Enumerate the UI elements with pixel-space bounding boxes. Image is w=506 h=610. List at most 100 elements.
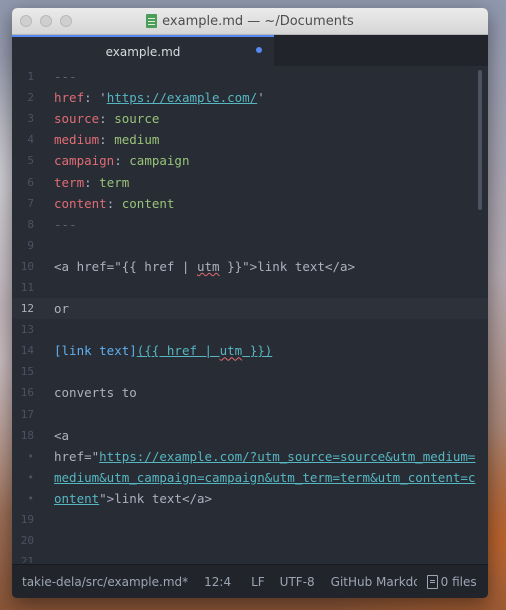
status-cursor-position[interactable]: 12:4: [204, 575, 231, 589]
code-token: ---: [54, 69, 77, 85]
code-token: https://example.com/?utm_source=source&u…: [99, 448, 476, 464]
code-line[interactable]: 4 medium: medium: [12, 129, 488, 150]
line-text: term: term: [34, 175, 129, 190]
markdown-file-icon: [146, 14, 158, 28]
code-token: <a href="{{ href |: [54, 258, 197, 274]
line-number[interactable]: 14: [12, 344, 34, 357]
line-text: ---: [34, 217, 77, 232]
code-line[interactable]: 21: [12, 551, 488, 563]
code-token: ': [257, 90, 265, 106]
line-number[interactable]: 5: [12, 154, 34, 167]
code-line[interactable]: 12 or: [12, 298, 488, 320]
code-line[interactable]: 15: [12, 361, 488, 382]
file-icon: [426, 574, 438, 589]
code-token: ontent: [54, 490, 100, 506]
code-token: term: [54, 174, 85, 190]
code-line[interactable]: 7 content: content: [12, 193, 488, 214]
line-number[interactable]: 10: [12, 260, 34, 273]
line-number[interactable]: •: [12, 471, 34, 484]
code-line[interactable]: 14 [link text]({{ href | utm }}): [12, 340, 488, 361]
code-line[interactable]: 3 source: source: [12, 108, 488, 129]
line-number[interactable]: 4: [12, 133, 34, 146]
code-line[interactable]: • href="https://example.com/?utm_source=s…: [12, 446, 488, 467]
window-title-text: example.md — ~/Documents: [162, 13, 354, 29]
line-number[interactable]: 15: [12, 365, 34, 378]
code-token: medium&utm_campaign=campaign&utm_term=te…: [54, 469, 476, 485]
code-line[interactable]: • medium&utm_campaign=campaign&utm_term=t…: [12, 467, 488, 488]
line-number[interactable]: 21: [12, 555, 34, 563]
line-number[interactable]: 7: [12, 197, 34, 210]
line-number[interactable]: 3: [12, 112, 34, 125]
line-number[interactable]: 18: [12, 429, 34, 442]
line-number[interactable]: 13: [12, 323, 34, 336]
code-token: source: [54, 111, 100, 127]
line-number[interactable]: 9: [12, 239, 34, 252]
line-text: <a: [34, 428, 69, 443]
code-line[interactable]: 18 <a: [12, 425, 488, 446]
code-line[interactable]: 19: [12, 509, 488, 530]
line-number[interactable]: 2: [12, 91, 34, 104]
code-token: :: [99, 132, 115, 148]
status-encoding[interactable]: UTF-8: [280, 575, 315, 589]
code-line[interactable]: 2 href: 'https://example.com/': [12, 87, 488, 108]
code-line[interactable]: 16 converts to: [12, 382, 488, 403]
code-line[interactable]: 11: [12, 277, 488, 298]
code-token: content: [121, 195, 175, 211]
code-token: ">link text</a>: [99, 490, 213, 506]
line-text: medium: medium: [34, 132, 159, 147]
modified-indicator-icon[interactable]: [256, 47, 262, 53]
line-number[interactable]: 8: [12, 218, 34, 231]
tab-bar: example.md: [12, 35, 488, 66]
code-line[interactable]: 20: [12, 530, 488, 551]
code-token: }}): [242, 343, 273, 359]
status-git-files[interactable]: 0 files: [426, 574, 477, 589]
scrollbar-thumb[interactable]: [478, 70, 482, 210]
status-files-count: 0 files: [440, 574, 477, 589]
code-line[interactable]: • ontent">link text</a>: [12, 488, 488, 509]
code-token: href: [54, 90, 85, 106]
code-token: converts to: [54, 385, 137, 401]
line-text: ontent">link text</a>: [34, 491, 212, 506]
code-token: campaign: [129, 153, 190, 169]
code-line[interactable]: 5 campaign: campaign: [12, 150, 488, 171]
tab-label: example.md: [105, 44, 181, 59]
code-token: :: [106, 195, 122, 211]
status-file-path[interactable]: takie-dela/src/example.md*: [22, 575, 188, 589]
code-token: source: [114, 111, 160, 127]
line-number[interactable]: 12: [12, 302, 34, 315]
code-token: <a: [54, 427, 70, 443]
line-text: <a href="{{ href | utm }}">link text</a>: [34, 259, 355, 274]
editor-window: example.md — ~/Documents example.md 1 ---…: [12, 8, 488, 598]
status-grammar[interactable]: GitHub Markdown: [331, 575, 417, 589]
code-line[interactable]: 9: [12, 235, 488, 256]
code-token: }}">link text</a>: [219, 258, 356, 274]
line-number[interactable]: 1: [12, 70, 34, 83]
line-text: href: 'https://example.com/': [34, 90, 265, 105]
code-line[interactable]: 8 ---: [12, 214, 488, 235]
line-text: href="https://example.com/?utm_source=so…: [34, 449, 475, 464]
code-token: : ': [84, 90, 107, 106]
code-line[interactable]: 13: [12, 319, 488, 340]
line-number[interactable]: 19: [12, 513, 34, 526]
code-line[interactable]: 17: [12, 404, 488, 425]
code-line[interactable]: 10 <a href="{{ href | utm }}">link text</…: [12, 256, 488, 277]
line-number[interactable]: 11: [12, 281, 34, 294]
status-line-ending[interactable]: LF: [251, 575, 265, 589]
line-number[interactable]: 16: [12, 386, 34, 399]
line-number[interactable]: •: [12, 492, 34, 505]
code-token: href=": [54, 448, 100, 464]
code-token: medium: [54, 132, 100, 148]
line-text: ---: [34, 69, 77, 84]
code-editor[interactable]: 1 --- 2 href: 'https://example.com/' 3 source…: [12, 66, 488, 563]
tab-example-md[interactable]: example.md: [12, 35, 274, 66]
line-text: converts to: [34, 385, 137, 400]
code-line[interactable]: 6 term: term: [12, 171, 488, 192]
line-number[interactable]: 6: [12, 176, 34, 189]
line-number[interactable]: •: [12, 450, 34, 463]
code-token: or: [54, 301, 70, 317]
code-token: utm: [197, 258, 220, 274]
code-token: [link text]: [54, 343, 137, 359]
code-line[interactable]: 1 ---: [12, 66, 488, 87]
line-number[interactable]: 17: [12, 408, 34, 421]
line-number[interactable]: 20: [12, 534, 34, 547]
